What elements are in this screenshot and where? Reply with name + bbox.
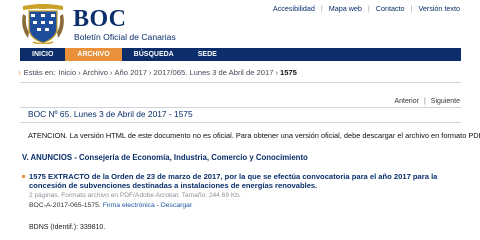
breadcrumb-lead: Estás en: bbox=[23, 68, 56, 77]
document-title: 1575 EXTRACTO de la Orden de 23 de marzo… bbox=[29, 172, 438, 191]
contact-link[interactable]: Contacto bbox=[376, 4, 405, 13]
site-header: BOC Boletín Oficial de Canarias Accesibi… bbox=[0, 0, 480, 46]
breadcrumb-item-inicio[interactable]: Inicio bbox=[58, 68, 76, 77]
utility-links: Accesibilidad | Mapa web | Contacto | Ve… bbox=[273, 4, 460, 13]
divider: | bbox=[410, 4, 413, 13]
bullet-icon bbox=[22, 175, 25, 178]
breadcrumb-current: 1575 bbox=[279, 68, 297, 77]
breadcrumb-item-issue[interactable]: 2017/065. Lunes 3 de Abril de 2017 bbox=[154, 68, 274, 77]
breadcrumb-item-year[interactable]: Año 2017 bbox=[114, 68, 147, 77]
divider: | bbox=[423, 98, 426, 105]
next-link[interactable]: Siguiente bbox=[431, 98, 460, 105]
document-code: BOC-A-2017-065-1575. bbox=[29, 202, 101, 209]
divider bbox=[20, 107, 461, 108]
unofficial-version-notice: ATENCION. La versión HTML de este docume… bbox=[28, 131, 480, 140]
previous-link[interactable]: Anterior bbox=[394, 98, 419, 105]
chevron-right-icon: › bbox=[18, 68, 21, 77]
document-pager: Anterior | Siguiente bbox=[394, 98, 460, 105]
nav-item-sede[interactable]: SEDE bbox=[186, 48, 229, 61]
section-heading: V. ANUNCIOS - Consejería de Economía, In… bbox=[22, 153, 308, 162]
nav-item-archivo[interactable]: ARCHIVO bbox=[65, 48, 122, 61]
electronic-signature-link[interactable]: Firma electrónica bbox=[103, 202, 155, 209]
divider: | bbox=[367, 4, 370, 13]
download-link[interactable]: Descargar bbox=[161, 202, 192, 209]
issue-title: BOC Nº 65. Lunes 3 de Abril de 2017 - 15… bbox=[28, 109, 193, 119]
divider bbox=[20, 122, 461, 123]
divider bbox=[20, 82, 461, 83]
accessibility-link[interactable]: Accesibilidad bbox=[273, 4, 315, 13]
nav-item-inicio[interactable]: INICIO bbox=[20, 48, 65, 61]
breadcrumb-item-archivo[interactable]: Archivo bbox=[83, 68, 108, 77]
nav-item-busqueda[interactable]: BÚSQUEDA bbox=[122, 48, 186, 61]
bdns-identifier: BDNS (Identif.): 339810. bbox=[29, 224, 106, 231]
document-file-info: 2 páginas. Formato archivo en PDF/Adobe … bbox=[29, 192, 241, 199]
canary-coat-of-arms-logo[interactable] bbox=[19, 4, 67, 44]
main-nav: INICIO ARCHIVO BÚSQUEDA SEDE bbox=[20, 48, 461, 61]
document-actions: BOC-A-2017-065-1575. Firma electrónica -… bbox=[29, 202, 192, 209]
breadcrumb: › Estás en: Inicio › Archivo › Año 2017 … bbox=[18, 68, 297, 77]
site-subtitle: Boletín Oficial de Canarias bbox=[74, 32, 176, 42]
divider: | bbox=[320, 4, 323, 13]
sitemap-link[interactable]: Mapa web bbox=[329, 4, 362, 13]
text-version-link[interactable]: Versión texto bbox=[418, 4, 460, 13]
site-title[interactable]: BOC bbox=[73, 6, 127, 33]
